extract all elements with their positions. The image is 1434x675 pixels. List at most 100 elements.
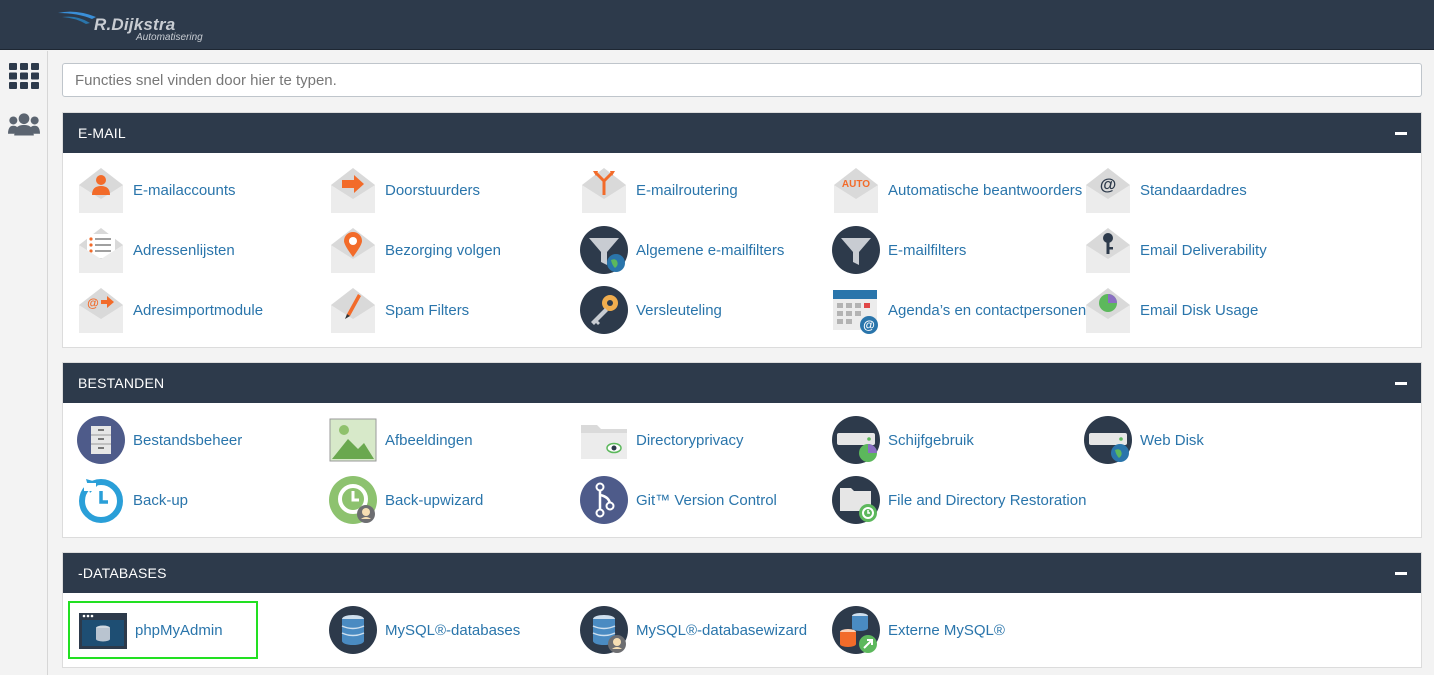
file-restoration-link[interactable]: File and Directory Restoration [831, 473, 1086, 527]
backup-link[interactable]: Back-up [76, 473, 188, 527]
email-disk-usage-link[interactable]: Email Disk Usage [1083, 283, 1258, 337]
mysql-database-wizard-icon [579, 605, 629, 655]
email-routing-icon [579, 165, 629, 215]
backup-wizard-link[interactable]: Back-upwizard [328, 473, 483, 527]
calendars-contacts-link[interactable]: @ Agenda’s en contactpersonen [831, 283, 1086, 337]
images-icon [328, 415, 378, 465]
minus-icon [1395, 131, 1407, 135]
images-link[interactable]: Afbeeldingen [328, 413, 473, 467]
item-label: Bezorging volgen [385, 241, 501, 259]
git-version-control-icon [579, 475, 629, 525]
item-label: Email Disk Usage [1140, 301, 1259, 319]
section-header[interactable]: E-MAIL [63, 113, 1421, 153]
spam-filters-icon [328, 285, 378, 335]
remote-mysql-icon [831, 605, 881, 655]
brand-logo[interactable]: R.Dijkstra Automatisering [56, 5, 236, 45]
section-title: -DATABASES [78, 565, 167, 581]
auto-badge: AUTO [842, 179, 870, 190]
remote-mysql-link[interactable]: Externe MySQL® [831, 603, 1005, 657]
mailing-lists-link[interactable]: Adressenlijsten [76, 223, 235, 277]
item-label: Doorstuurders [385, 181, 481, 199]
svg-text:@: @ [863, 318, 875, 332]
mysql-database-wizard-link[interactable]: MySQL®-databasewizard [579, 603, 807, 657]
global-email-filters-link[interactable]: Algemene e-mailfilters [579, 223, 784, 277]
backup-icon [76, 475, 126, 525]
item-label: MySQL®-databasewizard [636, 621, 808, 639]
section-databases: -DATABASES phpMyAdmin MySQL®-databases M… [62, 552, 1422, 668]
users-icon[interactable] [8, 108, 40, 140]
file-manager-link[interactable]: Bestandsbeheer [76, 413, 242, 467]
file-restoration-icon [831, 475, 881, 525]
disk-usage-icon [831, 415, 881, 465]
address-importer-link[interactable]: @ Adresimportmodule [76, 283, 263, 337]
track-delivery-icon [328, 225, 378, 275]
mysql-databases-link[interactable]: MySQL®-databases [328, 603, 520, 657]
minus-icon [1395, 381, 1407, 385]
item-label: Web Disk [1140, 431, 1204, 449]
item-label: MySQL®-databases [385, 621, 521, 639]
section-files: BESTANDEN Bestandsbeheer Afbeeldingen Di… [62, 362, 1422, 538]
item-label: File and Directory Restoration [888, 491, 1087, 509]
email-disk-usage-icon [1083, 285, 1133, 335]
svg-text:@: @ [1100, 175, 1117, 194]
email-routing-link[interactable]: E-mailroutering [579, 163, 738, 217]
item-label: phpMyAdmin [135, 621, 223, 639]
global-email-filters-icon [579, 225, 629, 275]
directory-privacy-link[interactable]: Directoryprivacy [579, 413, 744, 467]
item-label: Email Deliverability [1140, 241, 1267, 259]
autoresponders-icon: AUTO [831, 165, 881, 215]
autoresponders-link[interactable]: AUTO Automatische beantwoorders [831, 163, 1082, 217]
grid-icon[interactable] [8, 60, 40, 92]
item-label: Git™ Version Control [636, 491, 777, 509]
item-label: E-mailaccounts [133, 181, 236, 199]
item-label: Adressenlijsten [133, 241, 235, 259]
backup-wizard-icon [328, 475, 378, 525]
section-header[interactable]: BESTANDEN [63, 363, 1421, 403]
web-disk-link[interactable]: Web Disk [1083, 413, 1204, 467]
git-version-control-link[interactable]: Git™ Version Control [579, 473, 777, 527]
section-email: E-MAIL E-mailaccounts Doorstuurders E-ma… [62, 112, 1422, 348]
encryption-icon [579, 285, 629, 335]
email-deliverability-icon [1083, 225, 1133, 275]
item-label: Back-upwizard [385, 491, 484, 509]
item-label: Versleuteling [636, 301, 722, 319]
sidebar [0, 51, 48, 675]
mysql-databases-icon [328, 605, 378, 655]
phpmyadmin-icon [78, 605, 128, 655]
collapse-button[interactable] [1381, 553, 1421, 593]
brand-tagline: Automatisering [136, 32, 203, 43]
svg-text:@: @ [87, 296, 99, 310]
address-importer-icon: @ [76, 285, 126, 335]
top-bar: R.Dijkstra Automatisering [0, 0, 1434, 50]
disk-usage-link[interactable]: Schijfgebruik [831, 413, 974, 467]
item-label: Externe MySQL® [888, 621, 1005, 639]
item-label: Adresimportmodule [133, 301, 264, 319]
calendars-contacts-icon: @ [831, 285, 881, 335]
file-manager-icon [76, 415, 126, 465]
item-label: E-mailroutering [636, 181, 738, 199]
spam-filters-link[interactable]: Spam Filters [328, 283, 469, 337]
default-address-link[interactable]: @ Standaardadres [1083, 163, 1247, 217]
minus-icon [1395, 571, 1407, 575]
item-label: Back-up [133, 491, 189, 509]
forwarders-icon [328, 165, 378, 215]
directory-privacy-icon [579, 415, 629, 465]
default-address-icon: @ [1083, 165, 1133, 215]
email-accounts-icon [76, 165, 126, 215]
section-header[interactable]: -DATABASES [63, 553, 1421, 593]
email-accounts-link[interactable]: E-mailaccounts [76, 163, 236, 217]
section-title: BESTANDEN [78, 375, 165, 391]
item-label: Agenda’s en contactpersonen [888, 301, 1087, 319]
email-deliverability-link[interactable]: Email Deliverability [1083, 223, 1267, 277]
web-disk-icon [1083, 415, 1133, 465]
item-label: Schijfgebruik [888, 431, 974, 449]
item-label: Standaardadres [1140, 181, 1247, 199]
encryption-link[interactable]: Versleuteling [579, 283, 722, 337]
collapse-button[interactable] [1381, 363, 1421, 403]
email-filters-link[interactable]: E-mailfilters [831, 223, 966, 277]
search-input[interactable] [62, 63, 1422, 97]
collapse-button[interactable] [1381, 113, 1421, 153]
phpmyadmin-link[interactable]: phpMyAdmin [68, 601, 258, 659]
forwarders-link[interactable]: Doorstuurders [328, 163, 480, 217]
track-delivery-link[interactable]: Bezorging volgen [328, 223, 501, 277]
